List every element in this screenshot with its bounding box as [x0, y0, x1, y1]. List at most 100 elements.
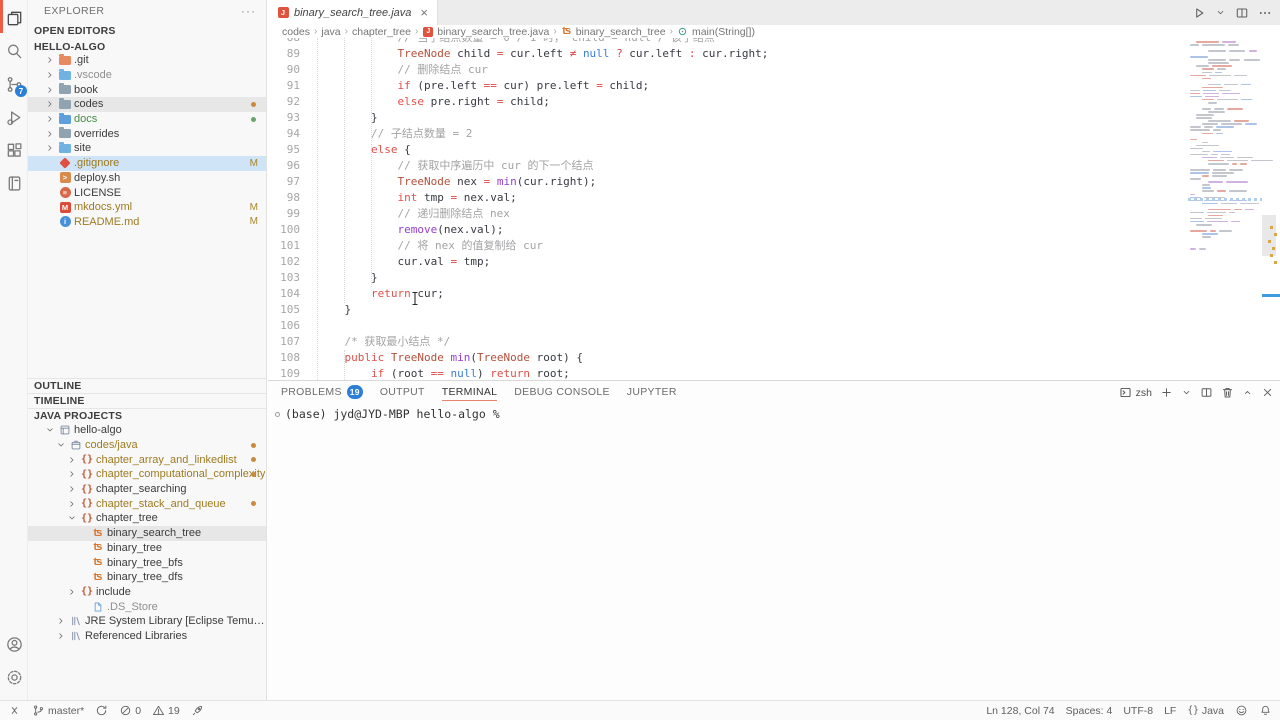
line-number[interactable]: 90 [267, 62, 300, 78]
code-line-109[interactable]: 109 if (root == null) return root; [267, 366, 1280, 380]
status-feedback[interactable] [1235, 704, 1248, 717]
terminal[interactable]: (base) jyd@JYD-MBP hello-algo % [268, 407, 1280, 700]
play-icon[interactable] [1192, 6, 1206, 20]
tree-item-binary-tree-dfs[interactable]: ʦbinary_tree_dfs [28, 570, 266, 585]
tree-item--git[interactable]: .git [28, 53, 266, 68]
status-warning[interactable]: 19 [152, 704, 180, 717]
close-icon[interactable] [1261, 386, 1274, 399]
line-number[interactable]: 99 [267, 206, 300, 222]
line-number[interactable]: 104 [267, 286, 300, 302]
tree-item-overrides[interactable]: overrides [28, 126, 266, 141]
account-icon[interactable] [0, 628, 28, 661]
status-remote[interactable] [8, 704, 21, 717]
close-icon[interactable]: × [420, 6, 428, 19]
code-line-102[interactable]: 102 cur.val = tmp; [267, 254, 1280, 270]
section-hello-algo[interactable]: HELLO-ALGO [28, 39, 266, 54]
tree-item-codes-java[interactable]: codes/java [28, 438, 266, 453]
tree-item-chapter-computational-complexity[interactable]: {}chapter_computational_complexity [28, 467, 266, 482]
line-number[interactable]: 91 [267, 78, 300, 94]
status-error[interactable]: 0 [119, 704, 141, 717]
tree-item-chapter-tree[interactable]: {}chapter_tree [28, 511, 266, 526]
panel-tab-debug-console[interactable]: DEBUG CONSOLE [514, 381, 610, 402]
search-icon[interactable] [0, 35, 28, 68]
tree-item-site[interactable]: site [28, 141, 266, 156]
code-line-95[interactable]: 95 else { [267, 142, 1280, 158]
breadcrumb-item[interactable]: ʦbinary_search_tree [561, 26, 666, 38]
tree-item-chapter-array-and-linkedlist[interactable]: {}chapter_array_and_linkedlist [28, 452, 266, 467]
extensions-icon[interactable] [0, 134, 28, 167]
line-number[interactable]: 101 [267, 238, 300, 254]
tree-item-referenced-libraries[interactable]: Referenced Libraries [28, 629, 266, 644]
section-open-editors[interactable]: OPEN EDITORS [28, 23, 266, 38]
trash-icon[interactable] [1221, 386, 1234, 399]
code-line-100[interactable]: 100 remove(nex.val); [267, 222, 1280, 238]
overview-ruler[interactable] [1262, 38, 1280, 380]
tree-item-mkdocs-yml[interactable]: Mmkdocs.ymlM [28, 200, 266, 215]
minimap[interactable] [1188, 38, 1262, 380]
breadcrumb-item[interactable]: Jbinary_search_tree.java [422, 26, 549, 38]
tree-item--vscode[interactable]: .vscode [28, 68, 266, 83]
chevron-up-icon[interactable] [1242, 387, 1253, 398]
line-number[interactable]: 105 [267, 302, 300, 318]
split-editor-icon[interactable] [1235, 6, 1249, 20]
section-timeline[interactable]: TIMELINE [28, 393, 266, 408]
tree-item-binary-tree-bfs[interactable]: ʦbinary_tree_bfs [28, 555, 266, 570]
settings-icon[interactable] [0, 661, 28, 694]
code-line-103[interactable]: 103 } [267, 270, 1280, 286]
line-number[interactable]: 94 [267, 126, 300, 142]
line-number[interactable]: 102 [267, 254, 300, 270]
section-java-projects[interactable]: JAVA PROJECTS [28, 408, 266, 423]
line-number[interactable]: 108 [267, 350, 300, 366]
code-line-107[interactable]: 107 /* 获取最小结点 */ [267, 334, 1280, 350]
scrollbar-thumb[interactable] [1262, 215, 1276, 256]
line-number[interactable]: 100 [267, 222, 300, 238]
line-number[interactable]: 98 [267, 190, 300, 206]
code-line-91[interactable]: 91 if (pre.left == cur) pre.left = child… [267, 78, 1280, 94]
status-ln-128-col-74[interactable]: Ln 128, Col 74 [986, 705, 1054, 717]
tab-binary-search-tree[interactable]: J binary_search_tree.java × [268, 0, 438, 25]
code-line-106[interactable]: 106 [267, 318, 1280, 334]
tree-item-docs[interactable]: docs [28, 112, 266, 127]
command-decoration-icon[interactable] [275, 412, 280, 417]
panel-tab-terminal[interactable]: TERMINAL [442, 381, 498, 402]
status-branch[interactable]: master* [32, 704, 84, 717]
breadcrumb-item[interactable]: java [321, 26, 340, 38]
tree-item-book[interactable]: book [28, 82, 266, 97]
line-number[interactable]: 103 [267, 270, 300, 286]
code-line-94[interactable]: 94 // 子结点数量 = 2 [267, 126, 1280, 142]
status-sync[interactable] [95, 704, 108, 717]
chevron-down-small-icon[interactable] [1215, 7, 1226, 18]
tree-item-chapter-stack-and-queue[interactable]: {}chapter_stack_and_queue [28, 496, 266, 511]
line-number[interactable]: 97 [267, 174, 300, 190]
code-line-98[interactable]: 98 int tmp = nex.val; [267, 190, 1280, 206]
explorer-icon[interactable] [0, 2, 28, 35]
status-lf[interactable]: LF [1164, 705, 1176, 717]
tree-item-hello-algo[interactable]: hello-algo [28, 423, 266, 438]
split-editor-icon[interactable] [1200, 386, 1213, 399]
tree-item--gitignore[interactable]: .gitignoreM [28, 156, 266, 171]
line-number[interactable]: 92 [267, 94, 300, 110]
tree-item-jre-system-library-eclipse-temurin-17-17-[interactable]: JRE System Library [Eclipse Temurin 17 [… [28, 614, 266, 629]
panel-tab-jupyter[interactable]: JUPYTER [627, 381, 677, 402]
code-line-93[interactable]: 93 } [267, 110, 1280, 126]
code-editor[interactable]: 88 // 当子结点数量 = 0 / 1 时， child = null / 该… [267, 38, 1280, 380]
code-line-88[interactable]: 88 // 当子结点数量 = 0 / 1 时， child = null / 该… [267, 38, 1280, 46]
tree-item-include[interactable]: {}include [28, 585, 266, 600]
panel-tab-output[interactable]: OUTPUT [380, 381, 425, 402]
line-number[interactable]: 107 [267, 334, 300, 350]
line-number[interactable]: 106 [267, 318, 300, 334]
tree-item--ds-store[interactable]: .DS_Store [28, 599, 266, 614]
chevron-down-small-icon[interactable] [1181, 387, 1192, 398]
status-spaces-4[interactable]: Spaces: 4 [1066, 705, 1113, 717]
code-line-96[interactable]: 96 // 获取中序遍历中 cur 的下一个结点 [267, 158, 1280, 174]
terminal-shell-selector[interactable]: zsh [1119, 386, 1152, 399]
status-utf-8[interactable]: UTF-8 [1123, 705, 1153, 717]
tree-item-license[interactable]: ≡LICENSE [28, 185, 266, 200]
breadcrumb-item[interactable]: chapter_tree [352, 26, 411, 38]
more-actions-icon[interactable]: ··· [241, 4, 256, 18]
code-line-92[interactable]: 92 else pre.right = child; [267, 94, 1280, 110]
source-control-icon[interactable]: 7 [0, 68, 28, 101]
breadcrumb-item[interactable]: main(String[]) [677, 26, 755, 38]
code-line-101[interactable]: 101 // 将 nex 的值复制给 cur [267, 238, 1280, 254]
section-outline[interactable]: OUTLINE [28, 378, 266, 393]
